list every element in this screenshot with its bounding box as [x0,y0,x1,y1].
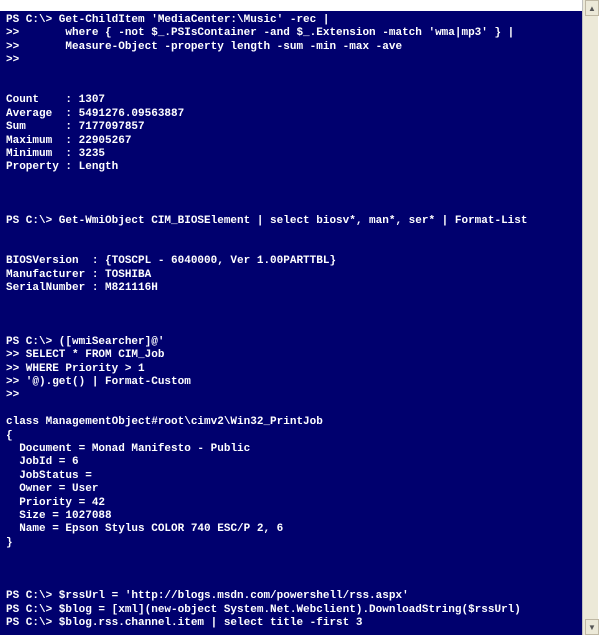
chevron-down-icon: ▼ [588,623,596,632]
vertical-scrollbar[interactable]: ▲ ▼ [582,0,598,635]
scrollbar-track[interactable] [584,16,598,619]
powershell-console[interactable]: PS C:\> Get-ChildItem 'MediaCenter:\Musi… [0,11,582,635]
scroll-up-button[interactable]: ▲ [585,0,599,16]
scroll-down-button[interactable]: ▼ [585,619,599,635]
chevron-up-icon: ▲ [588,4,596,13]
